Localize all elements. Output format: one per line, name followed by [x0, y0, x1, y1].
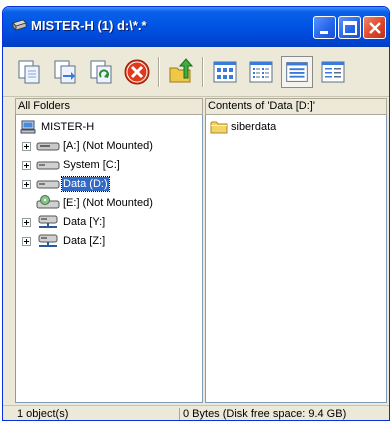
tree-item-label: Data [Y:]: [63, 216, 106, 228]
tree-item-label: Data [Z:]: [63, 235, 106, 247]
small-icons-view-icon: [249, 61, 273, 83]
contents-header: Contents of 'Data [D:]': [205, 98, 387, 115]
tree-item-label-selected: Data (D:): [61, 176, 110, 192]
folder-icon: [210, 121, 228, 134]
large-icons-view-button[interactable]: [209, 56, 241, 88]
tree-root[interactable]: MISTER-H: [20, 119, 140, 135]
details-view-icon: [321, 61, 345, 83]
tree-item-drive-a[interactable]: [A:] (Not Mounted): [22, 138, 192, 154]
computer-icon: [20, 120, 36, 134]
folder-tree[interactable]: MISTER-H [A:] (Not Mounted) System [C:]: [15, 115, 203, 403]
small-icons-view-button[interactable]: [245, 56, 277, 88]
tree-item-drive-d[interactable]: Data (D:): [22, 176, 192, 192]
tree-item-drive-y[interactable]: Data [Y:]: [22, 214, 192, 230]
network-drive-icon: [38, 215, 58, 228]
tree-item-drive-z[interactable]: Data [Z:]: [22, 233, 192, 249]
large-icons-view-icon: [213, 61, 237, 83]
drive-title-icon: [11, 19, 27, 33]
status-object-count: 1 object(s): [17, 408, 69, 420]
delete-icon: [124, 59, 150, 85]
delete-button[interactable]: [121, 56, 153, 88]
tree-item-label: [E:] (Not Mounted): [63, 197, 153, 209]
refresh-button[interactable]: [85, 56, 117, 88]
tree-item-drive-e[interactable]: [E:] (Not Mounted): [22, 195, 192, 211]
list-item-label: siberdata: [231, 121, 277, 133]
status-bar: 1 object(s) 0 Bytes (Disk free space: 9.…: [3, 405, 389, 420]
expand-icon[interactable]: [22, 218, 31, 227]
expand-icon[interactable]: [22, 180, 31, 189]
tree-item-drive-c[interactable]: System [C:]: [22, 157, 192, 173]
minimize-button[interactable]: [313, 16, 336, 39]
details-view-button[interactable]: [317, 56, 349, 88]
network-drive-icon: [38, 234, 58, 247]
toolbar: [3, 47, 389, 97]
hard-drive-icon: [36, 180, 60, 189]
title-bar[interactable]: MISTER-H (1) d:\*.*: [3, 7, 389, 47]
cd-drive-icon: [36, 195, 60, 209]
status-disk-space: 0 Bytes (Disk free space: 9.4 GB): [179, 408, 379, 420]
list-item[interactable]: siberdata: [210, 119, 330, 135]
expand-icon[interactable]: [22, 161, 31, 170]
list-view-icon: [286, 62, 308, 82]
up-folder-icon: [169, 58, 194, 83]
copy-icon: [18, 60, 40, 84]
up-folder-button[interactable]: [165, 56, 197, 88]
list-view-button[interactable]: [281, 56, 313, 88]
tree-root-label: MISTER-H: [41, 121, 95, 133]
refresh-icon: [90, 60, 112, 84]
all-folders-header: All Folders: [15, 98, 203, 115]
floppy-drive-icon: [36, 142, 60, 151]
expand-icon[interactable]: [22, 237, 31, 246]
contents-pane[interactable]: siberdata: [205, 115, 387, 403]
expand-icon[interactable]: [22, 142, 31, 151]
window-title: MISTER-H (1) d:\*.*: [31, 18, 147, 33]
close-button[interactable]: [363, 16, 386, 39]
toolbar-separator: [202, 57, 204, 87]
tree-item-label: System [C:]: [63, 159, 120, 171]
tree-item-label: [A:] (Not Mounted): [63, 140, 153, 152]
explorer-window: MISTER-H (1) d:\*.* All Folders Contents…: [2, 6, 390, 421]
toolbar-separator: [158, 57, 160, 87]
copy-button[interactable]: [13, 56, 45, 88]
move-button[interactable]: [49, 56, 81, 88]
maximize-button[interactable]: [338, 16, 361, 39]
hard-drive-icon: [36, 161, 60, 170]
move-icon: [54, 60, 76, 84]
